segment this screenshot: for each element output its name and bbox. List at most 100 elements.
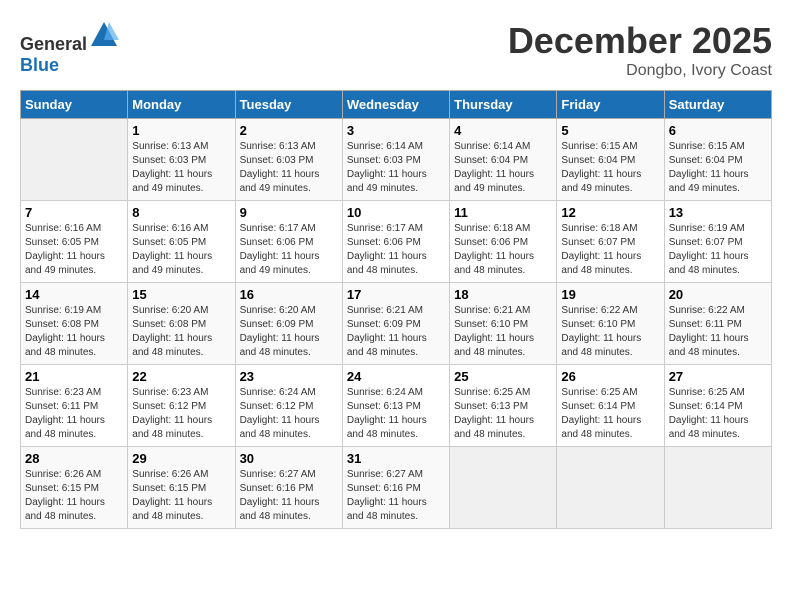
calendar-cell: 1Sunrise: 6:13 AMSunset: 6:03 PMDaylight…: [128, 119, 235, 201]
calendar-week-row: 28 Sunrise: 6:26 AMSunset: 6:15 PMDayligh…: [21, 447, 772, 529]
calendar-cell: 21 Sunrise: 6:23 AMSunset: 6:11 PMDayligh…: [21, 365, 128, 447]
day-info: Sunrise: 6:26 AMSunset: 6:15 PMDaylight:…: [25, 468, 123, 524]
day-number: 18: [454, 287, 552, 302]
day-number: 3: [347, 123, 445, 138]
day-info: Sunrise: 6:25 AMSunset: 6:14 PMDaylight:…: [669, 386, 767, 442]
calendar-cell: 28 Sunrise: 6:26 AMSunset: 6:15 PMDayligh…: [21, 447, 128, 529]
calendar-cell: 24 Sunrise: 6:24 AMSunset: 6:13 PMDayligh…: [342, 365, 449, 447]
calendar-cell: 11Sunrise: 6:18 AMSunset: 6:06 PMDayligh…: [450, 201, 557, 283]
day-number: 5: [561, 123, 659, 138]
calendar-week-row: 1Sunrise: 6:13 AMSunset: 6:03 PMDaylight…: [21, 119, 772, 201]
calendar-cell: 9Sunrise: 6:17 AMSunset: 6:06 PMDaylight…: [235, 201, 342, 283]
day-info: Sunrise: 6:16 AMSunset: 6:05 PMDaylight:…: [25, 222, 123, 278]
calendar-cell: 30 Sunrise: 6:27 AMSunset: 6:16 PMDayligh…: [235, 447, 342, 529]
day-number: 17: [347, 287, 445, 302]
day-info: Sunrise: 6:14 AMSunset: 6:03 PMDaylight:…: [347, 140, 445, 196]
day-info: Sunrise: 6:27 AMSunset: 6:16 PMDaylight:…: [240, 468, 338, 524]
calendar-cell: 16 Sunrise: 6:20 AMSunset: 6:09 PMDayligh…: [235, 283, 342, 365]
day-info: Sunrise: 6:21 AMSunset: 6:10 PMDaylight:…: [454, 304, 552, 360]
day-number: 28: [25, 451, 123, 466]
calendar-cell: 19Sunrise: 6:22 AMSunset: 6:10 PMDayligh…: [557, 283, 664, 365]
logo: General Blue: [20, 20, 119, 76]
day-info: Sunrise: 6:15 AMSunset: 6:04 PMDaylight:…: [669, 140, 767, 196]
calendar-cell: [664, 447, 771, 529]
calendar-cell: 15 Sunrise: 6:20 AMSunset: 6:08 PMDayligh…: [128, 283, 235, 365]
page-header: General Blue December 2025 Dongbo, Ivory…: [20, 20, 772, 80]
day-number: 26: [561, 369, 659, 384]
day-number: 2: [240, 123, 338, 138]
day-info: Sunrise: 6:20 AMSunset: 6:09 PMDaylight:…: [240, 304, 338, 360]
day-number: 30: [240, 451, 338, 466]
day-info: Sunrise: 6:19 AMSunset: 6:07 PMDaylight:…: [669, 222, 767, 278]
day-number: 21: [25, 369, 123, 384]
calendar-table: SundayMondayTuesdayWednesdayThursdayFrid…: [20, 90, 772, 529]
month-title: December 2025: [508, 20, 772, 62]
calendar-cell: 8 Sunrise: 6:16 AMSunset: 6:05 PMDaylight…: [128, 201, 235, 283]
day-info: Sunrise: 6:25 AMSunset: 6:14 PMDaylight:…: [561, 386, 659, 442]
day-number: 16: [240, 287, 338, 302]
header-cell-monday: Monday: [128, 91, 235, 119]
day-number: 27: [669, 369, 767, 384]
calendar-cell: 25Sunrise: 6:25 AMSunset: 6:13 PMDayligh…: [450, 365, 557, 447]
header-cell-saturday: Saturday: [664, 91, 771, 119]
day-number: 6: [669, 123, 767, 138]
location-title: Dongbo, Ivory Coast: [508, 62, 772, 80]
calendar-cell: 31Sunrise: 6:27 AMSunset: 6:16 PMDayligh…: [342, 447, 449, 529]
logo-icon: [89, 20, 119, 50]
day-info: Sunrise: 6:27 AMSunset: 6:16 PMDaylight:…: [347, 468, 445, 524]
day-number: 24: [347, 369, 445, 384]
calendar-cell: [450, 447, 557, 529]
logo-wordmark: General Blue: [20, 20, 119, 76]
calendar-cell: 7 Sunrise: 6:16 AMSunset: 6:05 PMDaylight…: [21, 201, 128, 283]
day-info: Sunrise: 6:23 AMSunset: 6:11 PMDaylight:…: [25, 386, 123, 442]
header-cell-tuesday: Tuesday: [235, 91, 342, 119]
calendar-cell: 20 Sunrise: 6:22 AMSunset: 6:11 PMDayligh…: [664, 283, 771, 365]
logo-blue: Blue: [20, 55, 59, 75]
calendar-cell: 14 Sunrise: 6:19 AMSunset: 6:08 PMDayligh…: [21, 283, 128, 365]
calendar-cell: 5Sunrise: 6:15 AMSunset: 6:04 PMDaylight…: [557, 119, 664, 201]
day-info: Sunrise: 6:16 AMSunset: 6:05 PMDaylight:…: [132, 222, 230, 278]
calendar-cell: 17 Sunrise: 6:21 AMSunset: 6:09 PMDayligh…: [342, 283, 449, 365]
day-info: Sunrise: 6:24 AMSunset: 6:13 PMDaylight:…: [347, 386, 445, 442]
title-block: December 2025 Dongbo, Ivory Coast: [508, 20, 772, 80]
day-info: Sunrise: 6:17 AMSunset: 6:06 PMDaylight:…: [347, 222, 445, 278]
header-cell-sunday: Sunday: [21, 91, 128, 119]
calendar-cell: 6 Sunrise: 6:15 AMSunset: 6:04 PMDaylight…: [664, 119, 771, 201]
day-number: 12: [561, 205, 659, 220]
day-number: 14: [25, 287, 123, 302]
calendar-cell: 12 Sunrise: 6:18 AMSunset: 6:07 PMDayligh…: [557, 201, 664, 283]
day-number: 29: [132, 451, 230, 466]
calendar-week-row: 21 Sunrise: 6:23 AMSunset: 6:11 PMDayligh…: [21, 365, 772, 447]
calendar-cell: 3 Sunrise: 6:14 AMSunset: 6:03 PMDaylight…: [342, 119, 449, 201]
calendar-cell: 4Sunrise: 6:14 AMSunset: 6:04 PMDaylight…: [450, 119, 557, 201]
day-info: Sunrise: 6:13 AMSunset: 6:03 PMDaylight:…: [132, 140, 230, 196]
day-info: Sunrise: 6:21 AMSunset: 6:09 PMDaylight:…: [347, 304, 445, 360]
day-info: Sunrise: 6:20 AMSunset: 6:08 PMDaylight:…: [132, 304, 230, 360]
day-number: 7: [25, 205, 123, 220]
calendar-cell: 22 Sunrise: 6:23 AMSunset: 6:12 PMDayligh…: [128, 365, 235, 447]
day-info: Sunrise: 6:23 AMSunset: 6:12 PMDaylight:…: [132, 386, 230, 442]
calendar-cell: 29Sunrise: 6:26 AMSunset: 6:15 PMDayligh…: [128, 447, 235, 529]
day-number: 20: [669, 287, 767, 302]
day-info: Sunrise: 6:18 AMSunset: 6:06 PMDaylight:…: [454, 222, 552, 278]
calendar-cell: [557, 447, 664, 529]
day-number: 8: [132, 205, 230, 220]
day-info: Sunrise: 6:24 AMSunset: 6:12 PMDaylight:…: [240, 386, 338, 442]
header-cell-wednesday: Wednesday: [342, 91, 449, 119]
day-info: Sunrise: 6:22 AMSunset: 6:11 PMDaylight:…: [669, 304, 767, 360]
day-info: Sunrise: 6:14 AMSunset: 6:04 PMDaylight:…: [454, 140, 552, 196]
day-number: 10: [347, 205, 445, 220]
day-number: 25: [454, 369, 552, 384]
calendar-cell: 18 Sunrise: 6:21 AMSunset: 6:10 PMDayligh…: [450, 283, 557, 365]
header-cell-friday: Friday: [557, 91, 664, 119]
calendar-cell: 10 Sunrise: 6:17 AMSunset: 6:06 PMDayligh…: [342, 201, 449, 283]
day-number: 15: [132, 287, 230, 302]
day-info: Sunrise: 6:18 AMSunset: 6:07 PMDaylight:…: [561, 222, 659, 278]
header-cell-thursday: Thursday: [450, 91, 557, 119]
calendar-cell: 27 Sunrise: 6:25 AMSunset: 6:14 PMDayligh…: [664, 365, 771, 447]
calendar-cell: 26 Sunrise: 6:25 AMSunset: 6:14 PMDayligh…: [557, 365, 664, 447]
day-info: Sunrise: 6:19 AMSunset: 6:08 PMDaylight:…: [25, 304, 123, 360]
day-info: Sunrise: 6:17 AMSunset: 6:06 PMDaylight:…: [240, 222, 338, 278]
day-info: Sunrise: 6:22 AMSunset: 6:10 PMDaylight:…: [561, 304, 659, 360]
day-number: 22: [132, 369, 230, 384]
